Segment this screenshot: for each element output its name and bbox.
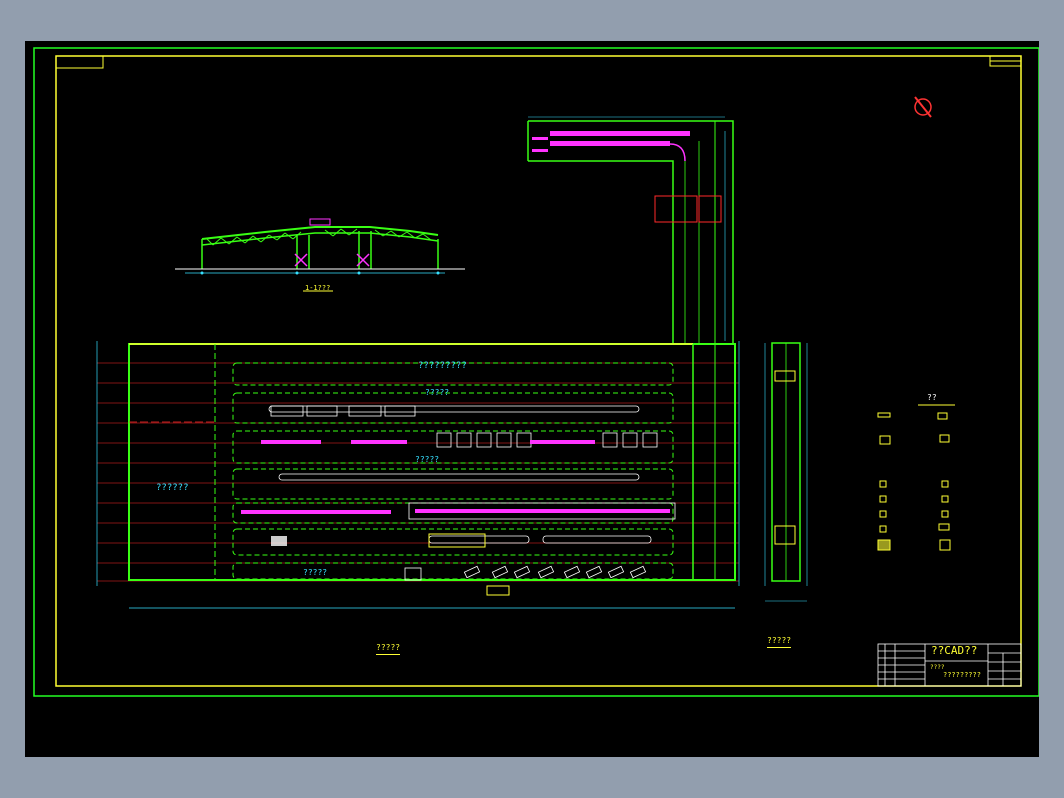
legend-title: ?? <box>927 393 937 402</box>
main-plan <box>96 341 740 609</box>
side-caption: ????? <box>767 637 792 648</box>
drawing-sheet: 1-1??? ????????? ????? ????? ????? ?????… <box>25 41 1039 757</box>
outer-border <box>33 47 1039 697</box>
north-arrow-icon <box>914 96 932 118</box>
zone-label-left: ?????? <box>156 483 189 493</box>
plan-caption: ????? <box>376 644 401 655</box>
side-plan <box>764 342 808 602</box>
legend <box>877 404 955 551</box>
zone-label-b: ????? <box>415 455 440 464</box>
upper-wing <box>527 116 734 343</box>
zone-label-a: ????? <box>425 388 450 397</box>
zone-label-c: ????? <box>303 568 328 577</box>
section-elevation <box>175 218 465 292</box>
zone-label-top: ????????? <box>418 361 467 371</box>
title-block-logo: ??CAD?? <box>931 644 978 657</box>
section-caption: 1-1??? <box>305 284 331 292</box>
corner-tab-left <box>55 55 104 69</box>
title-block-line2: ????????? <box>943 671 981 679</box>
cad-drawing <box>33 47 1039 697</box>
